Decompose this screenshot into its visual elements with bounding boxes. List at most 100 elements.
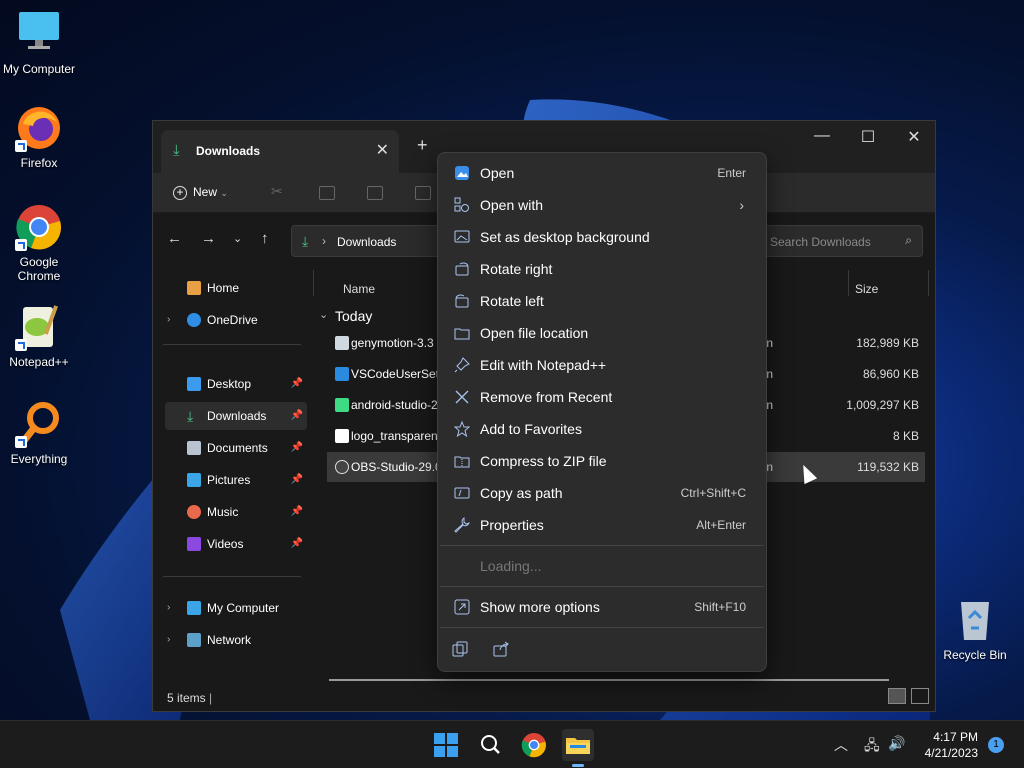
sidebar-item-label: Home <box>207 281 240 295</box>
monitor-icon <box>187 601 201 615</box>
forward-arrow-icon[interactable]: → <box>201 230 216 247</box>
breadcrumb-chevron-icon: › <box>322 234 326 248</box>
taskbar-file-explorer[interactable] <box>562 729 594 767</box>
chevron-right-icon: › <box>167 602 171 613</box>
sidebar-item-downloads[interactable]: ⤓ Downloads 📌 <box>165 402 307 430</box>
sidebar-item-label: Documents <box>207 441 268 455</box>
menu-item-set-background[interactable]: Set as desktop background <box>442 221 762 253</box>
sidebar-item-label: My Computer <box>207 601 280 615</box>
download-arrow-icon: ⤓ <box>302 233 309 249</box>
menu-item-open-location[interactable]: Open file location <box>442 317 762 349</box>
menu-item-properties[interactable]: Properties Alt+Enter <box>442 509 762 541</box>
sidebar-item-documents[interactable]: Documents 📌 <box>165 434 307 462</box>
pin-icon: 📌 <box>290 378 303 389</box>
zip-folder-icon <box>454 456 470 468</box>
windows-logo-icon <box>434 733 458 757</box>
file-name: genymotion-3.3 <box>351 336 434 350</box>
sidebar-item-pictures[interactable]: Pictures 📌 <box>165 466 307 494</box>
menu-item-add-favorites[interactable]: Add to Favorites <box>442 413 762 445</box>
pin-icon: 📌 <box>290 506 303 517</box>
menu-item-label: Open with <box>480 197 544 213</box>
menu-item-show-more[interactable]: Show more options Shift+F10 <box>442 591 762 623</box>
copy-icon[interactable] <box>319 186 335 200</box>
column-divider <box>928 270 929 296</box>
recent-chevron-icon[interactable]: ⌄ <box>233 232 242 245</box>
cut-icon[interactable]: ✂ <box>271 183 287 199</box>
menu-item-rotate-left[interactable]: Rotate left <box>442 285 762 317</box>
horizontal-scrollbar[interactable] <box>329 679 889 681</box>
taskbar-chrome[interactable] <box>518 729 550 761</box>
desktop-icon-firefox[interactable]: Firefox <box>1 104 77 170</box>
show-hidden-icons-chevron-icon[interactable]: ︿ <box>834 735 848 755</box>
close-window-button[interactable]: ✕ <box>899 127 929 147</box>
tab-close-button[interactable]: ✕ <box>376 140 389 160</box>
search-input[interactable]: Search Downloads ⌕ <box>757 225 923 257</box>
details-view-icon[interactable] <box>887 688 906 704</box>
sidebar-item-home[interactable]: Home <box>165 274 307 302</box>
clock[interactable]: 4:17 PM 4/21/2023 <box>920 729 978 761</box>
sidebar-item-my-computer[interactable]: › My Computer <box>165 594 307 622</box>
new-button-label: New <box>193 185 218 199</box>
chevron-right-icon: › <box>739 197 744 213</box>
copy-path-icon <box>454 487 470 499</box>
menu-item-open-with[interactable]: Open with › <box>442 189 762 221</box>
address-bar[interactable]: ⤓ › Downloads <box>291 225 451 257</box>
column-divider <box>848 270 849 296</box>
tab-title: Downloads <box>196 144 261 158</box>
sidebar-item-network[interactable]: › Network <box>165 626 307 654</box>
menu-item-edit-notepadpp[interactable]: Edit with Notepad++ <box>442 349 762 381</box>
menu-item-open[interactable]: Open Enter <box>442 157 762 189</box>
tab-downloads[interactable]: ⤓ Downloads ✕ <box>161 130 399 173</box>
photos-icon <box>455 166 469 180</box>
sidebar-item-videos[interactable]: Videos 📌 <box>165 530 307 558</box>
rotate-left-icon <box>455 294 469 308</box>
desktop-icon-recycle-bin[interactable]: Recycle Bin <box>937 596 1013 662</box>
column-header-name[interactable]: Name <box>343 282 375 296</box>
sidebar-item-desktop[interactable]: Desktop 📌 <box>165 370 307 398</box>
search-placeholder: Search Downloads <box>770 235 871 249</box>
maximize-button[interactable]: ☐ <box>853 127 883 147</box>
sidebar-item-music[interactable]: Music 📌 <box>165 498 307 526</box>
tiles-view-icon[interactable] <box>911 688 929 704</box>
paste-icon[interactable] <box>367 186 383 200</box>
home-icon <box>187 281 201 295</box>
new-button[interactable]: + New ⌄ <box>173 185 228 200</box>
menu-item-label: Set as desktop background <box>480 229 650 245</box>
desktop-icon-my-computer[interactable]: My Computer <box>1 10 77 76</box>
menu-item-label: Loading... <box>480 558 542 574</box>
menu-item-copy-path[interactable]: Copy as path Ctrl+Shift+C <box>442 477 762 509</box>
clock-time: 4:17 PM <box>933 730 978 744</box>
menu-item-rotate-right[interactable]: Rotate right <box>442 253 762 285</box>
file-size: 1,009,297 KB <box>846 398 919 412</box>
notification-badge[interactable]: 1 <box>988 737 1004 753</box>
minimize-button[interactable]: — <box>807 127 837 145</box>
taskbar-search-button[interactable] <box>474 729 506 761</box>
menu-item-label: Compress to ZIP file <box>480 453 607 469</box>
navigation-pane: Home › OneDrive Desktop 📌 ⤓ Downloads 📌 Docu… <box>153 270 311 682</box>
status-bar: 5 items | <box>167 691 213 705</box>
share-icon[interactable] <box>493 641 510 657</box>
new-tab-button[interactable]: + <box>417 135 428 156</box>
network-icon[interactable]: 🖧 <box>864 735 880 759</box>
desktop-icon-chrome[interactable]: Google Chrome <box>1 203 77 283</box>
sidebar-item-onedrive[interactable]: › OneDrive <box>165 306 307 334</box>
rotate-right-icon <box>455 262 469 276</box>
volume-icon[interactable]: 🔊 <box>888 735 905 752</box>
copy-icon[interactable] <box>452 641 468 657</box>
firefox-icon <box>15 104 63 152</box>
column-header-size[interactable]: Size <box>855 282 878 296</box>
menu-item-label: Edit with Notepad++ <box>480 357 607 373</box>
video-icon <box>187 537 201 551</box>
nav-divider <box>163 576 301 577</box>
group-label: Today <box>335 308 373 324</box>
desktop-icon-notepadpp[interactable]: Notepad++ <box>1 303 77 369</box>
start-button[interactable] <box>430 729 462 761</box>
menu-item-compress-zip[interactable]: Compress to ZIP file <box>442 445 762 477</box>
desktop-icon-everything[interactable]: Everything <box>1 400 77 466</box>
up-arrow-icon[interactable]: ↑ <box>261 230 269 247</box>
rename-icon[interactable] <box>415 186 431 200</box>
back-arrow-icon[interactable]: ← <box>167 230 182 247</box>
group-header-today[interactable]: ⌄ Today <box>319 308 373 324</box>
desktop-icon <box>187 377 201 391</box>
menu-item-remove-recent[interactable]: Remove from Recent <box>442 381 762 413</box>
